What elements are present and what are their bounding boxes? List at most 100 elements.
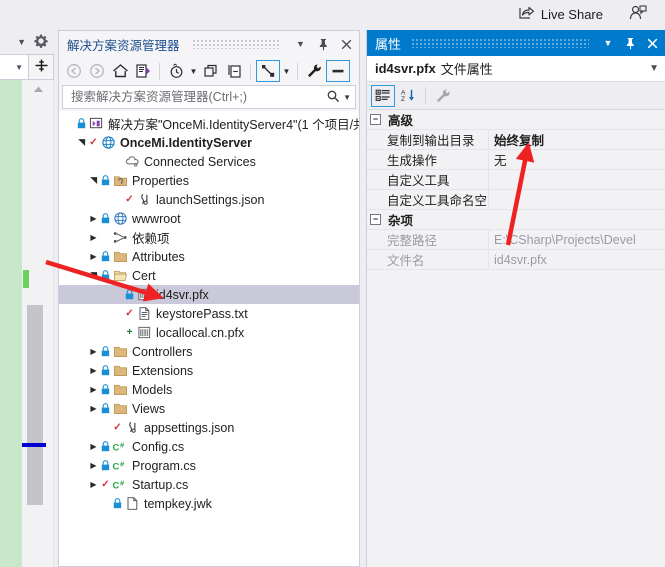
- property-row[interactable]: 完整路径 E:\CSharp\Projects\Devel: [367, 230, 665, 250]
- chevron-down-icon[interactable]: ▼: [343, 93, 351, 102]
- solution-explorer-title-bar[interactable]: 解决方案资源管理器 ▼: [59, 31, 359, 57]
- properties-title-bar[interactable]: 属性 ▼: [367, 30, 665, 56]
- tree-node-appsettings.json[interactable]: ✓ appsettings.json: [59, 418, 359, 437]
- scrollbar-up-arrow[interactable]: [22, 80, 54, 97]
- pending-changes-dropdown[interactable]: ▼: [188, 60, 199, 82]
- expand-chevron-icon[interactable]: ▶: [87, 247, 100, 266]
- alphabetical-button[interactable]: A Z: [397, 85, 419, 107]
- expand-chevron-icon[interactable]: ▶: [87, 361, 100, 380]
- property-value[interactable]: id4svr.pfx: [489, 250, 665, 269]
- property-name: 文件名: [367, 250, 489, 269]
- forward-button[interactable]: [86, 60, 108, 82]
- tree-node-models[interactable]: ▶ Models: [59, 380, 359, 399]
- pending-changes-filter-button[interactable]: [165, 60, 187, 82]
- tree-node-extensions[interactable]: ▶ Extensions: [59, 361, 359, 380]
- source-control-lock-icon: [100, 361, 111, 380]
- properties-object-selector[interactable]: id4svr.pfx 文件属性 ▼: [367, 56, 665, 82]
- expand-chevron-icon[interactable]: ▶: [87, 228, 100, 247]
- back-button[interactable]: [63, 60, 85, 82]
- solution-explorer-search[interactable]: ▼: [62, 85, 356, 109]
- tree-node--[interactable]: ▶ 依赖项: [59, 228, 359, 247]
- properties-button[interactable]: [303, 60, 325, 82]
- member-dropdown[interactable]: ▼: [0, 55, 29, 79]
- tree-node-oncemi.identityserver[interactable]: ◢ ✓ OnceMi.IdentityServer: [59, 133, 359, 152]
- property-value[interactable]: [489, 190, 665, 209]
- tree-node-label: Cert: [132, 268, 156, 283]
- pin-button[interactable]: [621, 34, 639, 52]
- tree-node-connected-services[interactable]: Connected Services: [59, 152, 359, 171]
- tree-node-keystorepass.txt[interactable]: ✓ keystorePass.txt: [59, 304, 359, 323]
- property-row[interactable]: 生成操作无: [367, 150, 665, 170]
- tree-node-launchsettings.json[interactable]: ✓ launchSettings.json: [59, 190, 359, 209]
- csharp-file-icon: C #: [111, 437, 129, 456]
- refresh-button[interactable]: [200, 60, 222, 82]
- group-collapse-icon[interactable]: −: [370, 214, 381, 225]
- source-control-checked-icon: ✓: [125, 194, 134, 205]
- tree-node-views[interactable]: ▶ Views: [59, 399, 359, 418]
- tree-node-id4svr.pfx[interactable]: id4svr.pfx: [59, 285, 359, 304]
- property-value[interactable]: E:\CSharp\Projects\Devel: [489, 230, 665, 249]
- collapse-chevron-icon[interactable]: ◢: [84, 269, 103, 282]
- window-dropdown-button[interactable]: ▼: [599, 34, 617, 52]
- show-all-files-dropdown[interactable]: ▼: [281, 60, 292, 82]
- wwwroot-icon: [111, 209, 129, 228]
- tree-node-tempkey.jwk[interactable]: tempkey.jwk: [59, 494, 359, 513]
- collapse-chevron-icon[interactable]: ◢: [84, 174, 103, 187]
- expand-chevron-icon[interactable]: ▶: [87, 437, 100, 456]
- tree-node--oncemi.identityserver4-1-1[interactable]: 解决方案"OnceMi.IdentityServer4"(1 个项目/共 1: [59, 114, 359, 133]
- tree-node-label: appsettings.json: [144, 420, 235, 435]
- property-row[interactable]: 文件名 id4svr.pfx: [367, 250, 665, 270]
- tree-node-controllers[interactable]: ▶ Controllers: [59, 342, 359, 361]
- tree-node-properties[interactable]: ◢ Properties: [59, 171, 359, 190]
- solution-tree[interactable]: 解决方案"OnceMi.IdentityServer4"(1 个项目/共 1 ◢ ✓…: [59, 111, 359, 566]
- close-button[interactable]: [643, 34, 661, 52]
- categorized-button[interactable]: [371, 84, 395, 107]
- expand-chevron-icon[interactable]: ▶: [87, 209, 100, 228]
- property-row[interactable]: 自定义工具命名空间: [367, 190, 665, 210]
- show-all-files-button[interactable]: [256, 60, 280, 82]
- preview-selected-items-button[interactable]: [326, 60, 350, 82]
- person-add-icon[interactable]: [629, 4, 647, 24]
- home-button[interactable]: [109, 60, 131, 82]
- properties-grid[interactable]: − 高级 复制到输出目录 始终复制 生成操作无自定义工具 自定义工具命名空间 − 杂项 完整路径…: [367, 110, 665, 567]
- search-input[interactable]: [69, 89, 327, 105]
- expand-chevron-icon[interactable]: ▶: [87, 380, 100, 399]
- chevron-down-icon[interactable]: ▼: [649, 63, 659, 74]
- sync-with-active-document-button[interactable]: [132, 60, 154, 82]
- split-window-button[interactable]: [29, 55, 53, 79]
- property-row[interactable]: 自定义工具: [367, 170, 665, 190]
- property-group-header[interactable]: − 杂项: [367, 210, 665, 230]
- tree-node-program.cs[interactable]: ▶ C # Program.cs: [59, 456, 359, 475]
- tree-node-startup.cs[interactable]: ▶ ✓ C # Startup.cs: [59, 475, 359, 494]
- property-row[interactable]: 复制到输出目录 始终复制: [367, 130, 665, 150]
- group-collapse-icon[interactable]: −: [370, 114, 381, 125]
- expand-chevron-icon[interactable]: ▶: [87, 456, 100, 475]
- collapse-chevron-icon[interactable]: ◢: [72, 136, 91, 149]
- live-share-button[interactable]: Live Share: [518, 5, 603, 23]
- expand-chevron-icon[interactable]: ▶: [87, 399, 100, 418]
- property-name: 复制到输出目录: [367, 130, 489, 149]
- expand-chevron-icon[interactable]: ▶: [87, 342, 100, 361]
- expand-chevron-icon[interactable]: ▶: [87, 475, 100, 494]
- chevron-down-icon[interactable]: ▼: [17, 37, 26, 47]
- pin-button[interactable]: [315, 35, 332, 53]
- gear-icon[interactable]: [34, 34, 48, 51]
- tree-node-attributes[interactable]: ▶ Attributes: [59, 247, 359, 266]
- property-value[interactable]: [489, 170, 665, 189]
- tree-node-locallocal.cn.pfx[interactable]: + locallocal.cn.pfx: [59, 323, 359, 342]
- property-value[interactable]: 始终复制: [489, 130, 665, 149]
- property-group-header[interactable]: − 高级: [367, 110, 665, 130]
- magnifier-icon[interactable]: [326, 89, 340, 106]
- collapse-all-button[interactable]: [223, 60, 245, 82]
- property-value[interactable]: 无: [489, 150, 665, 169]
- source-control-checked-icon: ✓: [101, 479, 110, 490]
- scrollbar-thumb[interactable]: [27, 305, 43, 505]
- window-dropdown-button[interactable]: ▼: [292, 35, 309, 53]
- split-window-icon: [34, 58, 49, 76]
- tree-node-config.cs[interactable]: ▶ C # Config.cs: [59, 437, 359, 456]
- property-pages-button[interactable]: [432, 85, 454, 107]
- tree-node-cert[interactable]: ◢ Cert: [59, 266, 359, 285]
- tree-node-wwwroot[interactable]: ▶ wwwroot: [59, 209, 359, 228]
- close-button[interactable]: [338, 35, 355, 53]
